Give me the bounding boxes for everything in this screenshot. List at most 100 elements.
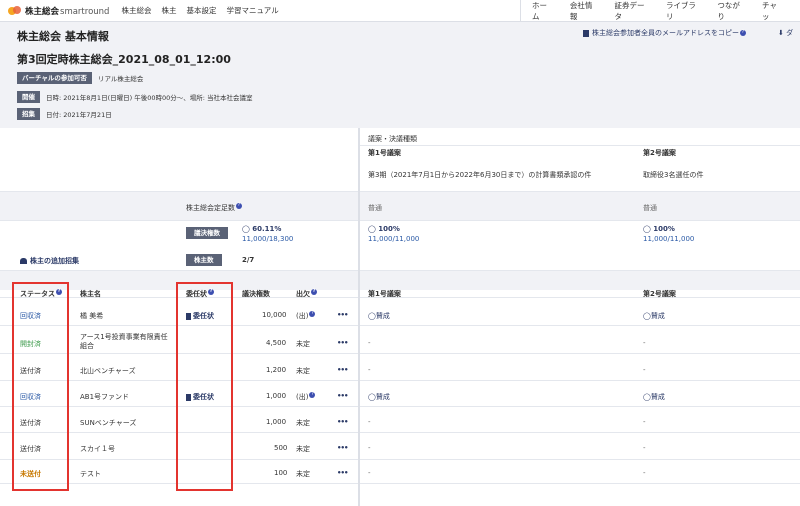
brand-logo[interactable]: 株主総会smartround [8,5,109,17]
top-navbar: 株主総会smartround 株主総会 株主 基本設定 学習マニュアル ホーム … [0,0,800,22]
help-icon[interactable]: ? [309,392,316,398]
col-votes: 議決権数 [242,290,270,298]
nav-item-securities[interactable]: 証券データ [615,0,648,22]
agenda1-type: 普通 [368,204,382,212]
nav-left: 株主総会 株主 基本設定 学習マニュアル [121,5,288,16]
row-agenda2-vote: - [643,469,646,477]
add-user-icon [20,258,27,264]
add-convene-link[interactable]: 株主の追加招集 [20,256,79,266]
quorum-label: 株主総会定足数? [186,203,242,212]
row-agenda1-vote: - [368,339,371,347]
nav-item-home[interactable]: ホーム [532,0,552,22]
row-name[interactable]: AB1号ファンド [80,392,129,402]
agenda-heading: 議案・決議種類 [368,135,417,143]
row-attendance: 未定 [296,340,310,348]
more-menu-icon[interactable]: ••• [337,418,348,426]
row-votes: 10,000 [262,311,287,319]
info-virtual: バーチャルの参加可否 リアル株主総会 [17,72,143,84]
row-name[interactable]: SUNベンチャーズ [80,418,136,428]
virtual-tag: バーチャルの参加可否 [17,72,92,84]
row-agenda2-vote: - [643,339,646,347]
meeting-name: 第3回定時株主総会_2021_08_01_12:00 [17,53,231,66]
download-icon: ⬇ [778,29,784,37]
help-icon[interactable]: ? [309,311,316,317]
row-agenda2-vote: - [643,444,646,452]
nav-item-chat[interactable]: チャッ [762,0,782,22]
row-votes: 1,000 [266,392,287,400]
agenda2-approve-pct: ◯ 100% [643,225,675,233]
row-agenda1-vote: ◯賛成 [368,312,390,320]
more-menu-icon[interactable]: ••• [337,366,348,374]
row-agenda2-vote: - [643,418,646,426]
help-icon[interactable]: ? [311,289,317,295]
nav-item-manual[interactable]: 学習マニュアル [226,5,278,16]
download-link[interactable]: ⬇ ダ [778,28,793,38]
info-convene: 招集 日付: 2021年7月21日 [17,108,112,120]
row-name[interactable]: 北山ベンチャーズ [80,366,136,376]
col-agenda1: 第1号議案 [368,290,401,298]
more-menu-icon[interactable]: ••• [337,392,348,400]
column-divider [358,128,360,506]
row-agenda2-vote: ◯賛成 [643,393,665,401]
convene-value: 日付: 2021年7月21日 [46,111,112,119]
agenda2-type: 普通 [643,204,657,212]
copy-emails-link[interactable]: 株主総会参加者全員のメールアドレスをコピー ? [583,28,746,38]
convene-tag: 招集 [17,108,40,120]
nav-item-library[interactable]: ライブラリ [666,0,699,22]
quorum-pct: ◯ 60.11% [242,225,282,233]
row-agenda2-vote: ◯賛成 [643,312,665,320]
more-menu-icon[interactable]: ••• [337,444,348,452]
nav-item-settings[interactable]: 基本設定 [186,5,216,16]
more-menu-icon[interactable]: ••• [337,339,348,347]
status-highlight-box [12,282,69,491]
agenda2-label: 第2号議案 [643,149,676,157]
info-held: 開催 日時: 2021年8月1日(日曜日) 午後00時00分〜、場所: 当社本社… [17,91,253,103]
row-attendance: 未定 [296,470,310,478]
copy-emails-label: 株主総会参加者全員のメールアドレスをコピー [592,29,739,37]
help-icon[interactable]: ? [236,203,242,209]
col-name: 株主名 [80,290,101,298]
virtual-value: リアル株主総会 [97,75,144,83]
col-agenda2: 第2号議案 [643,290,676,298]
row-attendance: 未定 [296,445,310,453]
row-agenda1-vote: - [368,444,371,452]
row-name[interactable]: スカイ１号 [80,444,115,454]
quorum-band [0,191,800,220]
more-menu-icon[interactable]: ••• [337,311,348,319]
help-icon[interactable]: ? [740,30,746,36]
clipboard-icon [583,29,589,37]
quorum-ratio: 11,000/18,300 [242,235,294,243]
row-attendance: (出)? [296,392,316,401]
row-votes: 4,500 [266,339,287,347]
nav-item-meeting[interactable]: 株主総会 [121,5,151,16]
smartround-logo-icon [8,5,22,16]
row-votes: 1,200 [266,366,287,374]
page-title: 株主総会 基本情報 [17,30,109,43]
row-votes: 1,000 [266,418,287,426]
row-agenda1-vote: - [368,418,371,426]
nav-item-connections[interactable]: つながり [717,0,744,22]
nav-item-company[interactable]: 会社情報 [570,0,597,22]
row-attendance: 未定 [296,367,310,375]
row-name[interactable]: アース1号投資事業有限責任組合 [80,333,172,351]
shareholder-count-pill: 株主数 [186,254,222,266]
agenda1-label: 第1号議案 [368,149,401,157]
row-agenda1-vote: - [368,366,371,374]
resolution-table: 議案・決議種類 第1号議案 第2号議案 第3期（2021年7月1日から2022年… [0,128,800,506]
row-agenda1-vote: ◯賛成 [368,393,390,401]
row-attendance: 未定 [296,419,310,427]
brand-name: 株主総会smartround [25,6,110,17]
row-agenda2-vote: - [643,366,646,374]
row-name[interactable]: テスト [80,469,101,479]
held-tag: 開催 [17,91,40,103]
proxy-highlight-box [176,282,233,491]
agenda1-approve-pct: ◯ 100% [368,225,400,233]
header-band [0,270,800,290]
vote-rights-pill: 議決権数 [186,227,228,239]
more-menu-icon[interactable]: ••• [337,469,348,477]
col-attendance: 出欠? [296,289,317,298]
agenda1-desc: 第3期（2021年7月1日から2022年6月30日まで）の計算書類承認の件 [368,171,592,179]
row-name[interactable]: 橘 美希 [80,311,103,321]
nav-item-shareholders[interactable]: 株主 [161,5,176,16]
agenda1-approve-ratio: 11,000/11,000 [368,235,420,243]
